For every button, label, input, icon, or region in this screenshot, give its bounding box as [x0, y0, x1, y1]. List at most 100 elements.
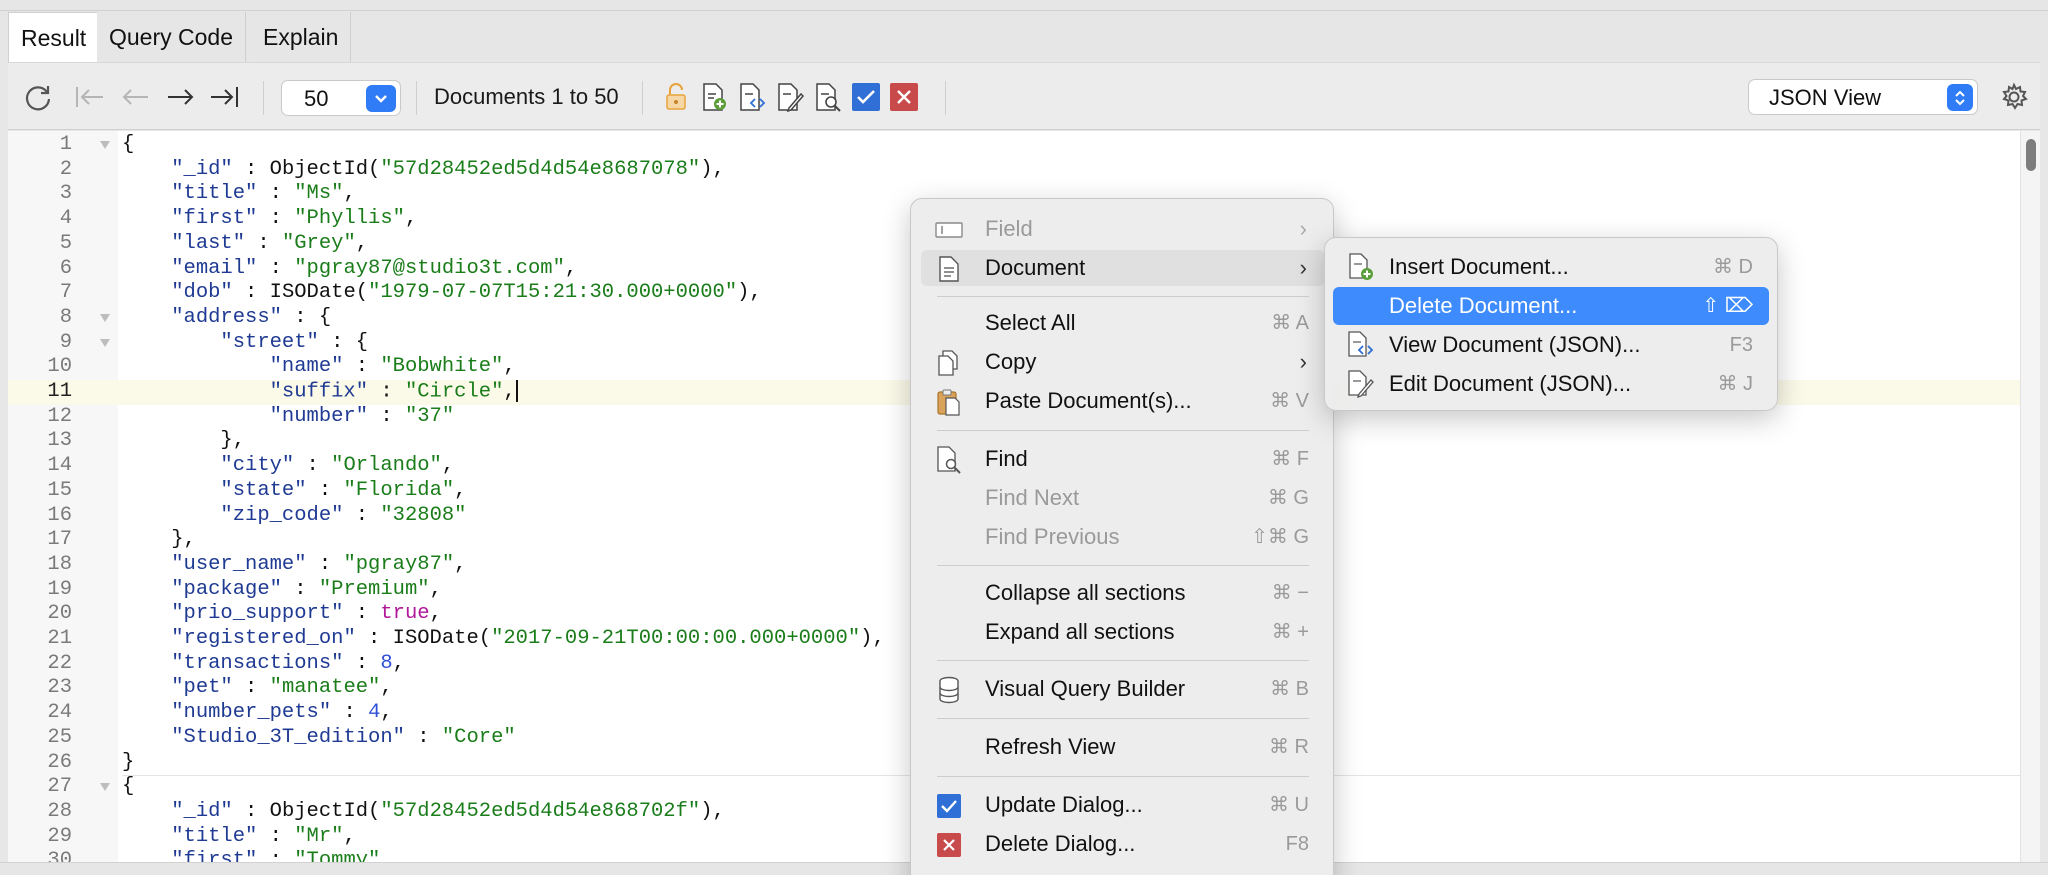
- line-number: 2: [59, 157, 72, 181]
- menu-item-visual-query-builder[interactable]: Visual Query Builder ⌘ B: [921, 671, 1325, 707]
- line-number: 16: [47, 503, 72, 527]
- delete-dialog-icon[interactable]: [884, 77, 924, 117]
- code-text: "dob" : ISODate("1979-07-07T15:21:30.000…: [171, 281, 762, 305]
- line-number: 15: [47, 478, 72, 502]
- menu-item-select-all[interactable]: Select All ⌘ A: [921, 305, 1325, 341]
- first-page-icon[interactable]: [70, 77, 110, 117]
- menu-item-paste-documents[interactable]: Paste Document(s)... ⌘ V: [921, 383, 1325, 419]
- field-icon: [935, 216, 963, 244]
- fold-toggle-icon[interactable]: [100, 783, 110, 792]
- page-size-select[interactable]: 50: [281, 80, 401, 116]
- code-text: },: [122, 528, 196, 552]
- code-text: "state" : "Florida",: [220, 478, 467, 502]
- menu-item-find-previous[interactable]: Find Previous ⇧⌘ G: [921, 519, 1325, 555]
- fold-toggle-icon[interactable]: [100, 313, 110, 322]
- toolbar-separator: [416, 81, 417, 115]
- code-text: "transactions" : 8,: [171, 651, 405, 675]
- code-text: "prio_support" : true,: [171, 602, 442, 626]
- line-number: 23: [47, 676, 72, 700]
- line-number: 25: [47, 725, 72, 749]
- menu-item-find[interactable]: Find ⌘ F: [921, 441, 1325, 477]
- scrollbar-thumb[interactable]: [2026, 139, 2036, 171]
- submenu-item-edit-document-json[interactable]: Edit Document (JSON)... ⌘ J: [1333, 365, 1769, 403]
- line-number: 24: [47, 701, 72, 725]
- insert-document-icon[interactable]: [694, 77, 734, 117]
- chevron-right-icon: ›: [1299, 349, 1307, 374]
- code-text: "last" : "Grey",: [171, 231, 369, 255]
- view-mode-select[interactable]: JSON View: [1748, 79, 1978, 115]
- menu-item-expand-all[interactable]: Expand all sections ⌘ +: [921, 614, 1325, 650]
- code-line[interactable]: 1{: [8, 133, 2020, 158]
- edit-document-icon[interactable]: [770, 77, 810, 117]
- code-text: "package" : "Premium",: [171, 577, 442, 601]
- code-text: "city" : "Orlando",: [220, 454, 455, 478]
- menu-separator: [937, 660, 1309, 661]
- line-number: 21: [47, 627, 72, 650]
- page-size-value: 50: [304, 86, 329, 111]
- code-text: }: [122, 750, 135, 774]
- document-icon: [935, 255, 963, 283]
- line-number: 26: [47, 750, 72, 774]
- menu-item-find-next[interactable]: Find Next ⌘ G: [921, 480, 1325, 516]
- code-text: "Studio_3T_edition" : "Core": [171, 725, 516, 749]
- result-toolbar: 50 Documents 1 to 50 JSON View: [8, 62, 2040, 130]
- line-number: 27: [47, 775, 72, 799]
- line-number: 19: [47, 577, 72, 601]
- menu-separator: [937, 296, 1309, 297]
- code-text: },: [122, 429, 246, 453]
- refresh-icon[interactable]: [18, 77, 58, 117]
- delete-dialog-icon: [935, 831, 963, 859]
- line-number: 11: [47, 380, 72, 403]
- menu-item-refresh-view[interactable]: Refresh View ⌘ R: [921, 729, 1325, 765]
- last-page-icon[interactable]: [204, 77, 244, 117]
- code-text: "user_name" : "pgray87",: [171, 552, 467, 576]
- tab-result[interactable]: Result: [8, 12, 100, 62]
- tab-explain[interactable]: Explain: [251, 12, 352, 62]
- find-document-icon[interactable]: [808, 77, 848, 117]
- view-document-icon[interactable]: [732, 77, 772, 117]
- submenu-item-insert-document[interactable]: Insert Document... ⌘ D: [1333, 248, 1769, 286]
- find-icon: [935, 446, 963, 474]
- line-number: 1: [59, 133, 72, 156]
- view-json-icon: [1347, 331, 1375, 359]
- line-number: 20: [47, 602, 72, 626]
- code-text: "pet" : "manatee",: [171, 676, 393, 700]
- tab-query-code[interactable]: Query Code: [97, 12, 247, 62]
- gear-icon[interactable]: [1994, 77, 2034, 117]
- submenu-item-view-document-json[interactable]: View Document (JSON)... F3: [1333, 326, 1769, 364]
- menu-item-document[interactable]: Document ›: [921, 250, 1325, 286]
- code-text: "zip_code" : "32808": [220, 503, 467, 527]
- code-line[interactable]: 2 "_id" : ObjectId("57d28452ed5d4d54e868…: [8, 158, 2020, 183]
- previous-page-icon[interactable]: [116, 77, 156, 117]
- fold-toggle-icon[interactable]: [100, 141, 110, 149]
- menu-item-copy[interactable]: Copy ›: [921, 344, 1325, 380]
- code-text: "number_pets" : 4,: [171, 701, 393, 725]
- menu-item-update-dialog[interactable]: Update Dialog... ⌘ U: [921, 787, 1325, 823]
- code-text: "_id" : ObjectId("57d28452ed5d4d54e86870…: [171, 799, 725, 823]
- context-menu: Field › Document › Select All ⌘ A Copy ›…: [910, 198, 1334, 875]
- menu-item-field[interactable]: Field ›: [921, 211, 1325, 247]
- code-text: {: [122, 775, 135, 799]
- toolbar-separator: [945, 81, 946, 115]
- vertical-scrollbar[interactable]: [2020, 131, 2040, 865]
- menu-item-collapse-all[interactable]: Collapse all sections ⌘ −: [921, 575, 1325, 611]
- update-dialog-icon[interactable]: [846, 77, 886, 117]
- chevron-down-icon[interactable]: [366, 85, 396, 112]
- tabbar-divider: [0, 10, 2048, 11]
- update-dialog-icon: [935, 792, 963, 820]
- chevron-updown-icon[interactable]: [1947, 84, 1973, 111]
- menu-item-delete-dialog[interactable]: Delete Dialog... F8: [921, 826, 1325, 862]
- toolbar-separator: [263, 81, 264, 115]
- lock-icon[interactable]: [656, 77, 696, 117]
- toolbar-separator: [642, 81, 643, 115]
- next-page-icon[interactable]: [160, 77, 200, 117]
- copy-icon: [935, 349, 963, 377]
- line-number: 6: [59, 256, 72, 280]
- fold-toggle-icon[interactable]: [100, 338, 110, 347]
- menu-separator: [937, 565, 1309, 566]
- paste-icon: [935, 388, 963, 416]
- line-number: 9: [59, 330, 72, 354]
- code-text: "street" : {: [220, 330, 369, 354]
- submenu-item-delete-document[interactable]: Delete Document... ⇧ ⌦: [1333, 287, 1769, 325]
- result-tabbar: Result Query Code Explain: [0, 0, 2048, 62]
